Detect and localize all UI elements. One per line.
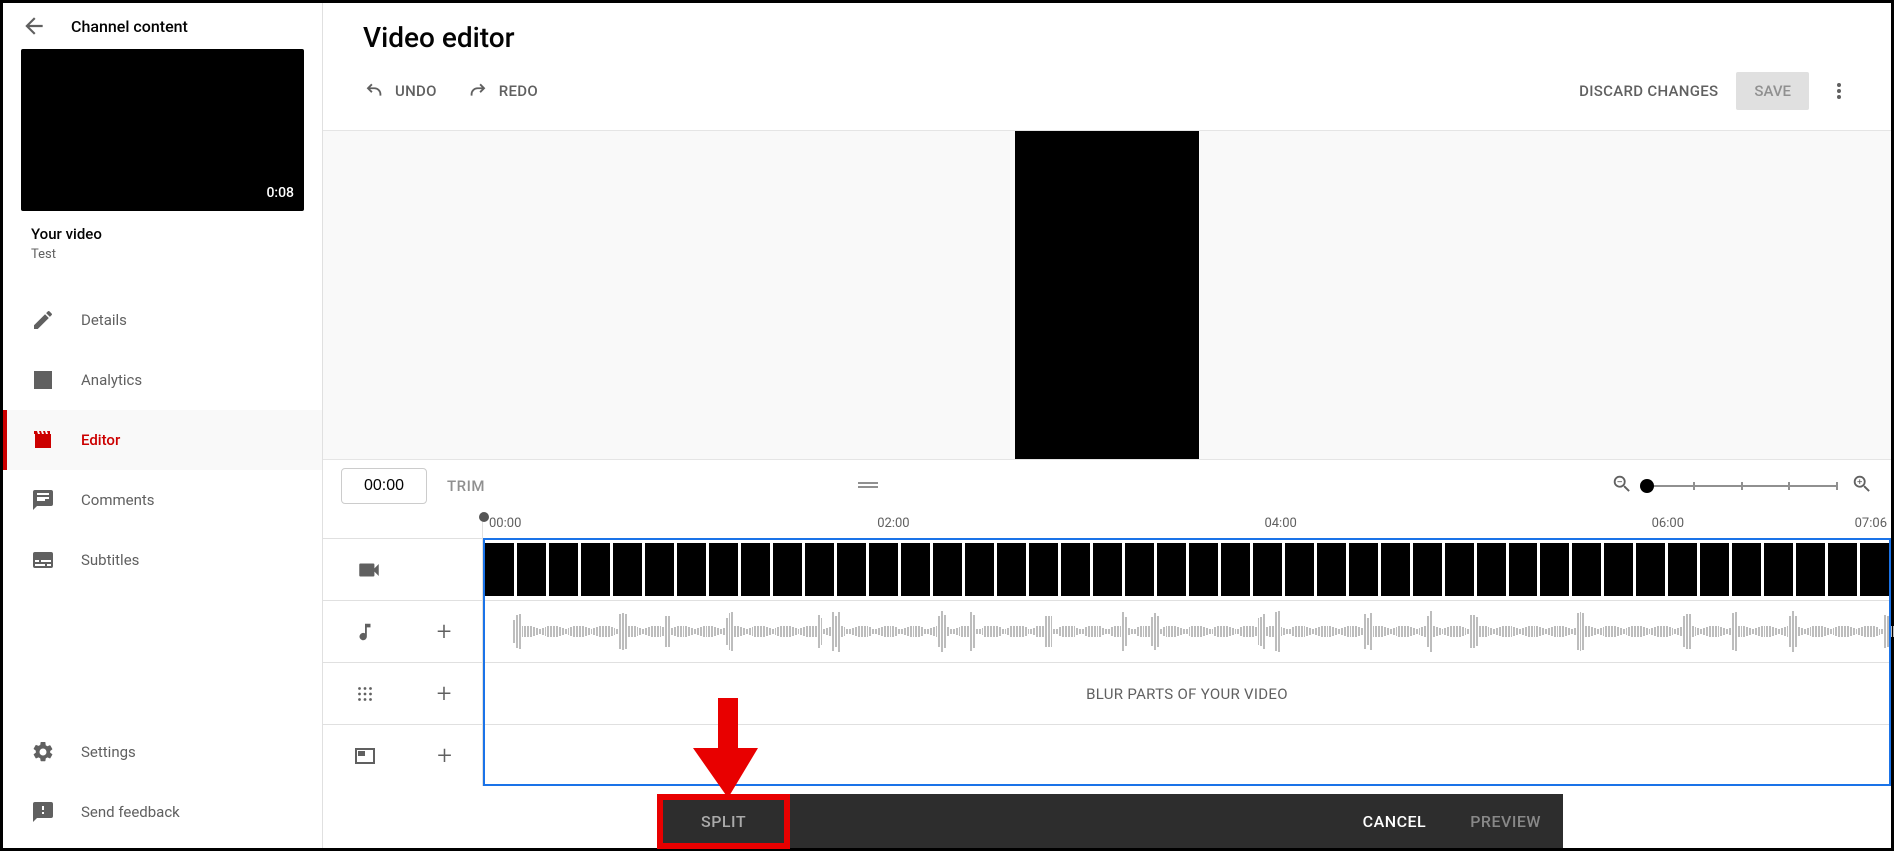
endscreen-track: + bbox=[323, 724, 1891, 786]
nav-editor[interactable]: Editor bbox=[3, 410, 322, 470]
tracks: + + BLUR PARTS OF YOUR VIDEO bbox=[323, 538, 1891, 786]
trim-button[interactable]: TRIM bbox=[447, 477, 485, 495]
nav-feedback-label: Send feedback bbox=[81, 803, 180, 821]
ruler-tick: 07:06 bbox=[1855, 516, 1887, 531]
app-frame: Channel content 0:08 Your video Test Det… bbox=[0, 0, 1894, 851]
video-preview-area bbox=[323, 130, 1891, 460]
blur-track: + BLUR PARTS OF YOUR VIDEO bbox=[323, 662, 1891, 724]
endscreen-track-head: + bbox=[323, 725, 483, 786]
ruler-tick: 04:00 bbox=[1264, 516, 1296, 531]
nav-details[interactable]: Details bbox=[3, 290, 322, 350]
nav-comments[interactable]: Comments bbox=[3, 470, 322, 530]
music-note-icon bbox=[354, 621, 376, 643]
video-icon bbox=[356, 557, 382, 583]
endscreen-track-body[interactable] bbox=[483, 725, 1891, 786]
video-thumb-wrap: 0:08 bbox=[3, 49, 322, 211]
comments-icon bbox=[31, 488, 55, 512]
add-endscreen-button[interactable]: + bbox=[437, 743, 452, 769]
nav-subtitles-label: Subtitles bbox=[81, 551, 139, 569]
blur-track-body[interactable]: BLUR PARTS OF YOUR VIDEO bbox=[483, 663, 1891, 724]
endscreen-icon bbox=[353, 744, 377, 768]
add-audio-button[interactable]: + bbox=[437, 619, 452, 645]
nav-settings[interactable]: Settings bbox=[3, 722, 322, 782]
video-track bbox=[323, 538, 1891, 600]
nav-subtitles[interactable]: Subtitles bbox=[3, 530, 322, 590]
nav-details-label: Details bbox=[81, 311, 127, 329]
preview-button[interactable]: PREVIEW bbox=[1448, 812, 1563, 831]
video-track-body[interactable] bbox=[483, 539, 1891, 600]
nav-feedback[interactable]: Send feedback bbox=[3, 782, 322, 842]
channel-content-label[interactable]: Channel content bbox=[71, 17, 188, 36]
nav-settings-label: Settings bbox=[81, 743, 136, 761]
redo-icon bbox=[467, 80, 489, 102]
save-button[interactable]: SAVE bbox=[1736, 72, 1809, 110]
analytics-icon bbox=[31, 368, 55, 392]
nav-comments-label: Comments bbox=[81, 491, 155, 509]
blur-track-head: + bbox=[323, 663, 483, 724]
video-track-head bbox=[323, 539, 483, 600]
audio-track-head: + bbox=[323, 601, 483, 662]
ruler-tick: 02:00 bbox=[877, 516, 909, 531]
ruler-tick: 00:00 bbox=[489, 516, 521, 531]
back-arrow-icon[interactable] bbox=[21, 13, 47, 39]
main-area: Video editor UNDO REDO DISCARD CHANGES S… bbox=[323, 3, 1891, 848]
zoom-controls bbox=[1611, 473, 1873, 499]
audio-track-body[interactable] bbox=[483, 601, 1894, 662]
subtitles-icon bbox=[31, 548, 55, 572]
zoom-slider[interactable] bbox=[1647, 476, 1837, 496]
trim-action-bar: SPLIT CANCEL PREVIEW bbox=[663, 794, 1563, 848]
redo-label: REDO bbox=[499, 82, 538, 100]
toolbar: UNDO REDO DISCARD CHANGES SAVE bbox=[323, 54, 1891, 130]
add-blur-button[interactable]: + bbox=[437, 681, 452, 707]
undo-label: UNDO bbox=[395, 82, 437, 100]
your-video-label: Your video bbox=[31, 225, 294, 243]
video-title: Test bbox=[31, 247, 294, 262]
pencil-icon bbox=[31, 308, 55, 332]
timeline: 00:00 02:00 04:00 06:00 07:06 bbox=[323, 512, 1891, 848]
nav-editor-label: Editor bbox=[81, 431, 120, 449]
feedback-icon bbox=[31, 800, 55, 824]
undo-button[interactable]: UNDO bbox=[363, 80, 437, 102]
redo-button[interactable]: REDO bbox=[467, 80, 538, 102]
cancel-button[interactable]: CANCEL bbox=[1341, 812, 1449, 831]
sidebar: Channel content 0:08 Your video Test Det… bbox=[3, 3, 323, 848]
title-row: Video editor bbox=[323, 3, 1891, 54]
zoom-in-icon[interactable] bbox=[1851, 473, 1873, 499]
gear-icon bbox=[31, 740, 55, 764]
thumb-duration: 0:08 bbox=[266, 185, 294, 201]
nav-analytics[interactable]: Analytics bbox=[3, 350, 322, 410]
zoom-slider-handle[interactable] bbox=[1640, 479, 1654, 493]
nav-analytics-label: Analytics bbox=[81, 371, 142, 389]
ruler-tick: 06:00 bbox=[1652, 516, 1684, 531]
page-title: Video editor bbox=[363, 21, 1851, 54]
video-thumbnail[interactable]: 0:08 bbox=[21, 49, 304, 211]
discard-button[interactable]: DISCARD CHANGES bbox=[1579, 82, 1718, 100]
toolbar-right: DISCARD CHANGES SAVE bbox=[1579, 72, 1851, 110]
playhead[interactable] bbox=[479, 512, 489, 522]
drag-handle-icon[interactable] bbox=[858, 478, 878, 494]
ruler-row: 00:00 02:00 04:00 06:00 07:06 bbox=[323, 512, 1891, 538]
time-input[interactable] bbox=[341, 468, 427, 504]
more-menu-icon[interactable] bbox=[1827, 79, 1851, 103]
zoom-out-icon[interactable] bbox=[1611, 473, 1633, 499]
undo-icon bbox=[363, 80, 385, 102]
blur-placeholder-text: BLUR PARTS OF YOUR VIDEO bbox=[1086, 685, 1288, 703]
video-meta: Your video Test bbox=[3, 211, 322, 272]
blur-icon bbox=[354, 683, 376, 705]
video-preview[interactable] bbox=[1015, 131, 1199, 459]
sidebar-nav: Details Analytics Editor Comments Subtit… bbox=[3, 290, 322, 721]
timeline-controls: TRIM bbox=[323, 460, 1891, 512]
split-button[interactable]: SPLIT bbox=[657, 794, 790, 849]
time-ruler[interactable]: 00:00 02:00 04:00 06:00 07:06 bbox=[483, 512, 1891, 538]
sidebar-footer: Settings Send feedback bbox=[3, 721, 322, 848]
audio-track: + bbox=[323, 600, 1891, 662]
editor-icon bbox=[31, 428, 55, 452]
sidebar-header: Channel content bbox=[3, 3, 322, 49]
